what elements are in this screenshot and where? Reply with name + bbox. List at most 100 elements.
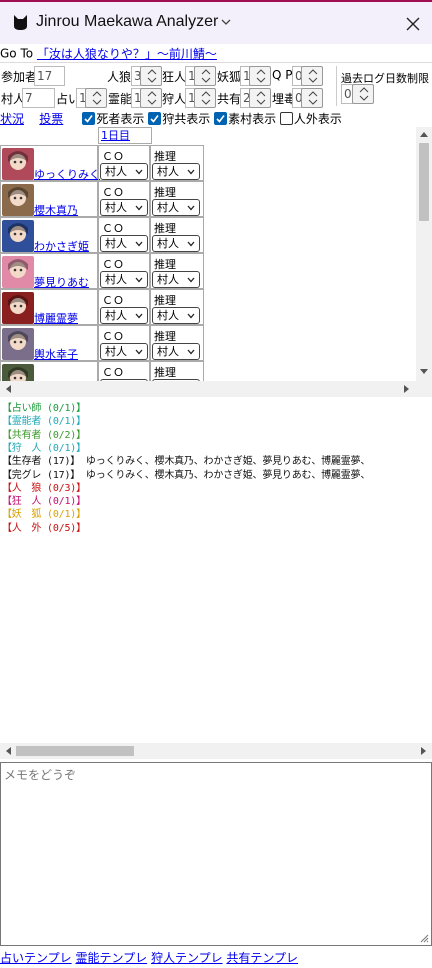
log-line: 【完グレ (17)】 ゆっくりみく、櫻木真乃、わかさぎ姫、夢見りあむ、博麗霊夢、 (2, 469, 371, 481)
tab-vote[interactable]: 投票 (39, 112, 63, 126)
player-cell: 櫻木真乃 (0, 181, 98, 217)
wolf-spinner[interactable] (140, 66, 162, 86)
estimate-value: 村人 (157, 201, 179, 214)
log-line: 【人 外 (0/5)】 (2, 522, 86, 534)
seer-spinner[interactable] (85, 88, 107, 108)
co-cell: ＣＯ 村人 (98, 253, 150, 289)
estimate-label: 推理 (154, 222, 176, 235)
table-vertical-scrollbar[interactable] (416, 127, 432, 381)
table-horizontal-scrollbar[interactable] (0, 381, 432, 397)
co-select[interactable]: 村人 (100, 343, 148, 360)
co-select[interactable]: 村人 (100, 271, 148, 288)
co-select[interactable]: 村人 (100, 307, 148, 324)
plain-toggle[interactable]: 素村表示 (214, 112, 280, 126)
dead-checkbox[interactable] (82, 112, 96, 125)
avatar (2, 256, 34, 288)
poison-spinner[interactable] (301, 88, 323, 108)
table-vertical-thumb[interactable] (419, 143, 429, 221)
co-value: 村人 (105, 201, 127, 214)
villager-field[interactable]: 7 (22, 88, 55, 108)
player-name-link[interactable]: わかさぎ姫 (34, 238, 89, 254)
estimate-label: 推理 (154, 366, 176, 379)
table-row: 櫻木真乃 ＣＯ 村人 推理 村人 (0, 181, 205, 217)
medium-template-link[interactable]: 霊能テンプレ (75, 951, 147, 965)
log-line: 【生存者 (17)】 ゆっくりみく、櫻木真乃、わかさぎ姫、夢見りあむ、博麗霊夢、 (2, 456, 371, 468)
pastlog-spinner[interactable] (352, 84, 374, 104)
outside-toggle[interactable]: 人外表示 (279, 112, 342, 126)
madman-spinner[interactable] (194, 66, 216, 86)
co-select[interactable]: 村人 (100, 235, 148, 252)
cat-logo-icon (14, 15, 27, 30)
chevron-down-icon (187, 313, 195, 319)
day-header-link[interactable]: 1日目 (101, 129, 130, 142)
table-row: 輿水幸子 ＣＯ 村人 推理 村人 (0, 325, 205, 361)
memo-placeholder: メモをどうぞ (4, 768, 77, 782)
log-horizontal-scrollbar[interactable] (0, 743, 432, 759)
day-header[interactable]: 1日目 (98, 127, 152, 144)
log-line: 【狩 人 (0/1)】 (2, 442, 86, 454)
estimate-select[interactable]: 村人 (152, 271, 200, 288)
close-button[interactable] (400, 11, 426, 37)
hunter-template-link[interactable]: 狩人テンプレ (151, 951, 223, 965)
co-select[interactable]: 村人 (100, 163, 148, 180)
avatar (2, 292, 34, 324)
co-value: 村人 (105, 309, 127, 322)
tab-status[interactable]: 状況 (0, 112, 24, 126)
estimate-select[interactable]: 村人 (152, 343, 200, 360)
goto-link[interactable]: 「汝は人狼なりや？」〜前川鯖〜 (37, 47, 217, 61)
fox-spinner[interactable] (249, 66, 271, 86)
chevron-down-icon (135, 169, 143, 175)
chevron-down-icon[interactable] (220, 16, 232, 28)
estimate-label: 推理 (154, 258, 176, 271)
mason-template-link[interactable]: 共有テンプレ (226, 951, 298, 965)
memo-textarea[interactable]: メモをどうぞ (0, 762, 432, 946)
dead-toggle[interactable]: 死者表示 (82, 112, 148, 126)
medium-spinner[interactable] (140, 88, 162, 108)
qp-label: Q P (272, 68, 293, 82)
estimate-label: 推理 (154, 294, 176, 307)
plain-checkbox[interactable] (214, 112, 228, 125)
hunter-toggle[interactable]: 狩共表示 (148, 112, 214, 126)
co-label: ＣＯ (102, 366, 124, 379)
player-name-link[interactable]: 輿水幸子 (34, 346, 78, 362)
chevron-down-icon (187, 169, 195, 175)
log-horizontal-thumb[interactable] (16, 746, 134, 756)
participants-field[interactable]: 17 (34, 66, 65, 86)
seer-template-link[interactable]: 占いテンプレ (0, 951, 72, 965)
chevron-down-icon (135, 241, 143, 247)
hunter-spinner[interactable] (194, 88, 216, 108)
co-cell: ＣＯ 村人 (98, 181, 150, 217)
table-row: 博麗霊夢 ＣＯ 村人 推理 村人 (0, 289, 205, 325)
player-cell: 夢見りあむ (0, 253, 98, 289)
estimate-select[interactable]: 村人 (152, 307, 200, 324)
co-value: 村人 (105, 345, 127, 358)
hunter-label: 狩人 (162, 92, 187, 106)
log-line: 【共有者 (0/2)】 (2, 429, 86, 441)
player-name-link[interactable]: 夢見りあむ (34, 274, 89, 290)
estimate-select[interactable]: 村人 (152, 235, 200, 252)
co-label: ＣＯ (102, 294, 124, 307)
app-title: Jinrou Maekawa Analyzer (36, 13, 219, 30)
participants-label: 参加者 (1, 70, 38, 84)
role-counts: 参加者 17 人狼 3 狂人 1 妖狐 1 Q P 0 過去ログ日数制限 0 村… (0, 64, 432, 108)
player-name-link[interactable]: 博麗霊夢 (34, 310, 78, 326)
outside-checkbox[interactable] (279, 112, 293, 125)
hunter-checkbox[interactable] (148, 112, 162, 125)
estimate-select[interactable]: 村人 (152, 163, 200, 180)
qp-spinner[interactable] (301, 66, 323, 86)
template-links: 占いテンプレ 霊能テンプレ 狩人テンプレ 共有テンプレ (0, 949, 298, 965)
player-name-link[interactable]: 櫻木真乃 (34, 202, 78, 218)
mason-spinner[interactable] (249, 88, 271, 108)
estimate-cell: 推理村人 (150, 289, 204, 325)
chevron-down-icon (135, 277, 143, 283)
view-tabs: 状況 投票 死者表示 狩共表示 素村表示 人外表示 (0, 110, 432, 126)
avatar (2, 184, 34, 216)
player-table-area[interactable]: 1日目 ゆっくりみく ＣＯ 村人 推理 村人 櫻木真乃 ＣＯ 村人 推理 村人 わかさぎ姫 ＣＯ 村人推… (0, 127, 432, 397)
estimate-cell: 推理村人 (150, 253, 204, 289)
estimate-select[interactable]: 村人 (152, 199, 200, 216)
resize-grip-icon[interactable] (419, 933, 429, 943)
player-name-link[interactable]: ゆっくりみく (34, 166, 100, 182)
estimate-value: 村人 (157, 345, 179, 358)
co-select[interactable]: 村人 (100, 199, 148, 216)
co-label: ＣＯ (102, 150, 124, 163)
